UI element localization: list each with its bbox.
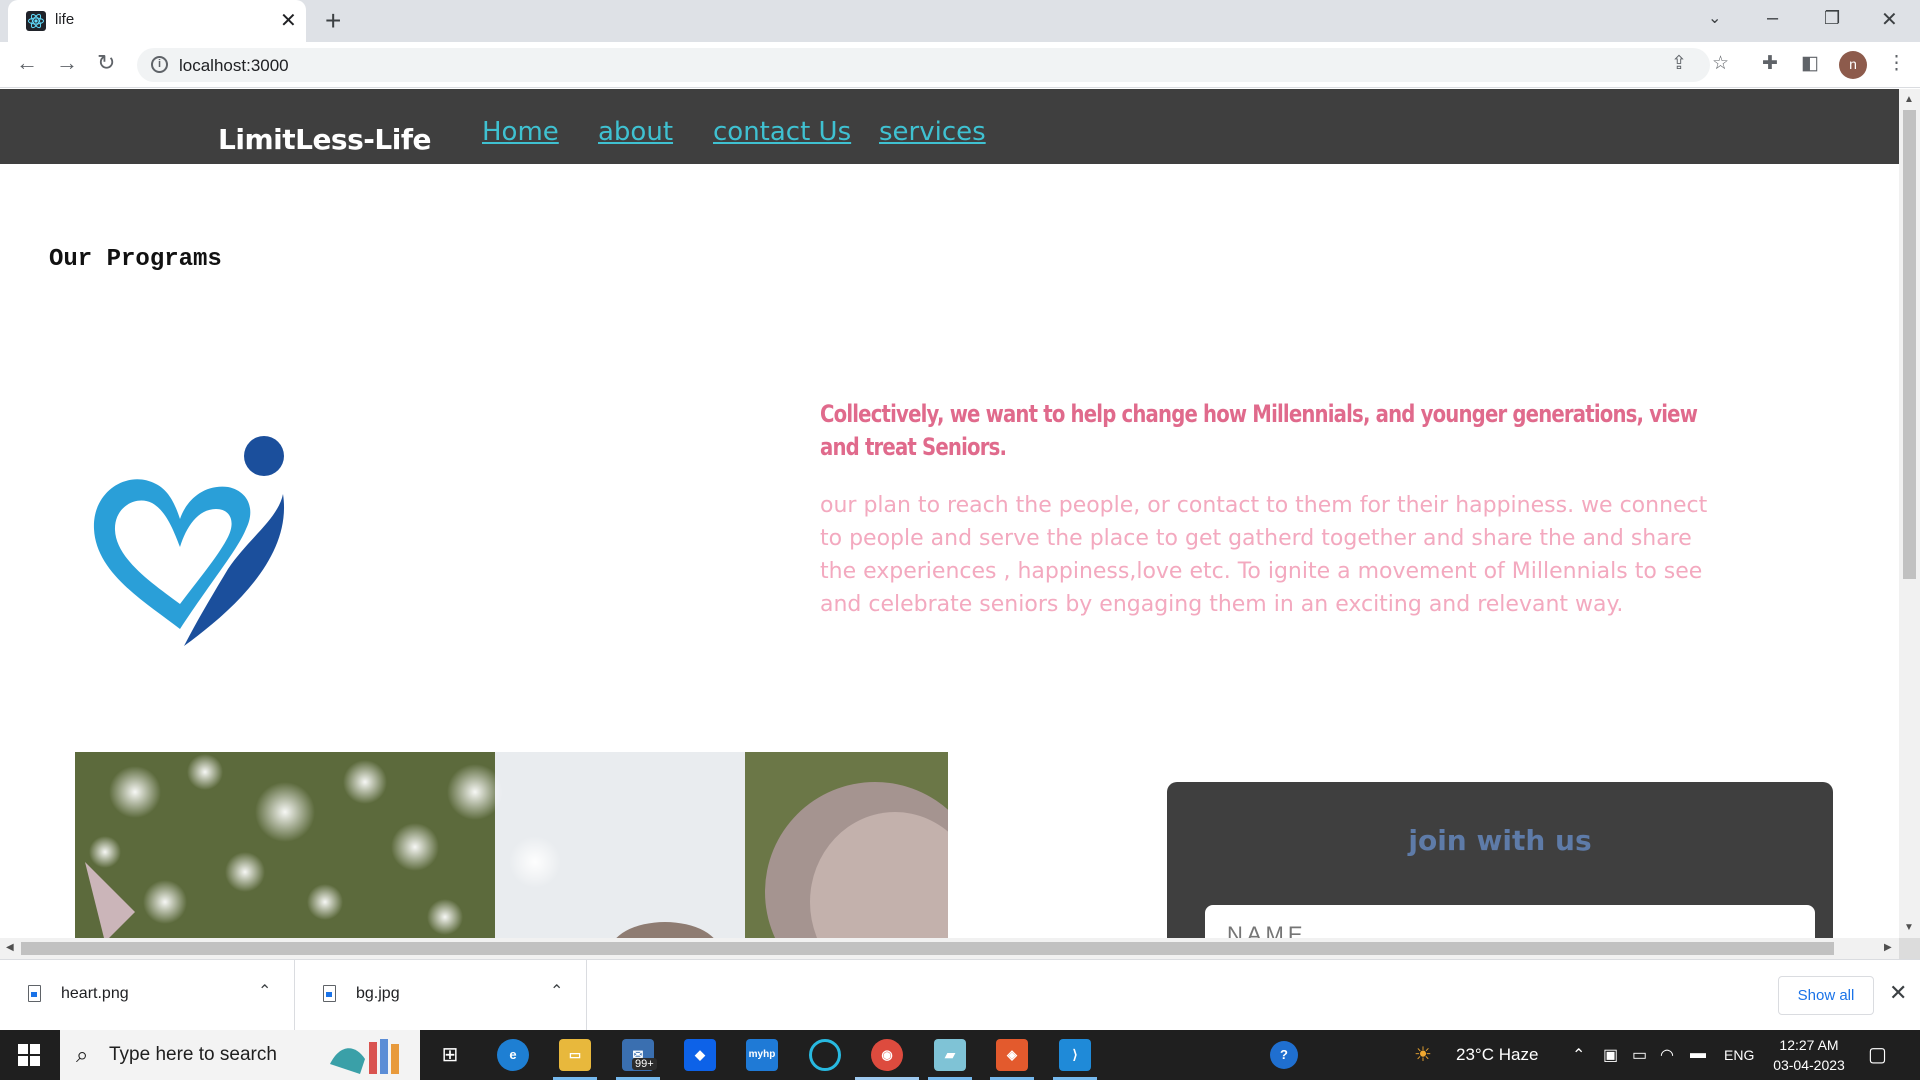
tab-strip: life ✕ + ⌄ – ❐ ✕: [0, 0, 1920, 42]
tab-search-chevron-icon[interactable]: ⌄: [1708, 8, 1721, 28]
toolbar: ← → ↻ i localhost:3000 ⇪ ☆ ✚ ◧ n ⋮: [0, 42, 1920, 88]
close-downloads-icon[interactable]: ✕: [1889, 980, 1907, 1006]
cortana-icon[interactable]: [809, 1039, 841, 1071]
bookmark-star-icon[interactable]: ☆: [1712, 52, 1729, 75]
meet-icon[interactable]: ▣: [1603, 1045, 1618, 1065]
horizontal-scroll-thumb[interactable]: [21, 942, 1834, 955]
file-icon: [323, 985, 336, 1002]
wifi-icon[interactable]: ◠: [1660, 1045, 1674, 1065]
close-tab-icon[interactable]: ✕: [280, 8, 297, 33]
menu-kebab-icon[interactable]: ⋮: [1887, 52, 1906, 75]
site-brand[interactable]: LimitLess-Life: [218, 123, 432, 156]
side-panel-icon[interactable]: ◧: [1801, 52, 1819, 75]
section-title: Our Programs: [49, 246, 222, 273]
reload-icon[interactable]: ↻: [97, 50, 115, 76]
site-info-icon[interactable]: i: [151, 56, 168, 73]
edge-icon[interactable]: e: [497, 1039, 529, 1071]
vertical-scroll-thumb[interactable]: [1903, 110, 1916, 579]
extensions-icon[interactable]: ✚: [1762, 52, 1778, 75]
clock[interactable]: 12:27 AM 03-04-2023: [1764, 1035, 1854, 1075]
scroll-down-icon[interactable]: ▼: [1904, 922, 1914, 933]
weather-text[interactable]: 23°C Haze: [1456, 1045, 1538, 1065]
scroll-left-icon[interactable]: ◀: [6, 942, 14, 953]
battery-icon[interactable]: ▬: [1690, 1045, 1706, 1063]
tray-chevron-icon[interactable]: ⌃: [1572, 1045, 1585, 1065]
file-explorer-icon[interactable]: ▭: [559, 1039, 591, 1071]
profile-avatar[interactable]: n: [1839, 51, 1867, 79]
download-item[interactable]: bg.jpg ⌃: [295, 960, 587, 1030]
windows-start-icon[interactable]: [18, 1044, 40, 1066]
downloads-bar: heart.png ⌃ bg.jpg ⌃ Show all ✕: [0, 959, 1920, 1030]
tab-title: life: [55, 11, 75, 28]
myhp-icon[interactable]: myhp: [746, 1039, 778, 1071]
join-title: join with us: [1408, 824, 1592, 857]
page-viewport: LimitLess-Life Home about contact Us ser…: [0, 89, 1899, 938]
taskbar-search-box[interactable]: ⌕ Type here to search: [60, 1030, 420, 1080]
windows-taskbar: ⌕ Type here to search ⊞ e ▭ ✉ 99+ ◆ myhp…: [0, 1030, 1920, 1080]
weather-sun-icon: ☀: [1414, 1044, 1432, 1066]
search-highlight-icon: [330, 1039, 399, 1074]
react-favicon-icon: [26, 11, 46, 31]
clock-date: 03-04-2023: [1773, 1057, 1845, 1073]
close-window-icon[interactable]: ✕: [1881, 7, 1898, 32]
url-text[interactable]: localhost:3000: [179, 56, 289, 76]
chevron-up-icon[interactable]: ⌃: [258, 981, 271, 1001]
mail-badge: 99+: [632, 1058, 657, 1070]
nav-link-contact[interactable]: contact Us: [713, 117, 851, 147]
download-item[interactable]: heart.png ⌃: [0, 960, 295, 1030]
chevron-up-icon[interactable]: ⌃: [550, 981, 563, 1001]
address-bar[interactable]: i localhost:3000: [137, 48, 1710, 82]
search-placeholder: Type here to search: [109, 1044, 277, 1065]
share-icon[interactable]: ⇪: [1671, 52, 1687, 75]
download-filename: bg.jpg: [356, 985, 400, 1002]
file-icon: [28, 985, 41, 1002]
search-icon: ⌕: [76, 1042, 89, 1067]
nav-link-services[interactable]: services: [879, 117, 986, 147]
display-icon[interactable]: ▭: [1632, 1045, 1647, 1065]
restore-icon[interactable]: ❐: [1824, 8, 1840, 29]
heart-logo: [88, 429, 298, 654]
nav-link-about[interactable]: about: [598, 117, 673, 147]
name-input[interactable]: [1205, 905, 1815, 938]
vscode-icon[interactable]: ⟩: [1059, 1039, 1091, 1071]
minimize-icon[interactable]: –: [1767, 7, 1778, 30]
horizontal-scrollbar[interactable]: ◀ ▶: [0, 938, 1899, 959]
chrome-icon[interactable]: ◉: [871, 1039, 903, 1071]
desktop-window: life ✕ + ⌄ – ❐ ✕ ← → ↻ i localhost:3000 …: [0, 0, 1920, 1080]
dropbox-icon[interactable]: ◆: [684, 1039, 716, 1071]
show-all-button[interactable]: Show all: [1778, 976, 1874, 1015]
git-icon[interactable]: ◈: [996, 1039, 1028, 1071]
vertical-scrollbar[interactable]: ▲ ▼: [1899, 89, 1920, 938]
mission-headline: Collectively, we want to help change how…: [820, 400, 1698, 461]
clock-time: 12:27 AM: [1779, 1037, 1839, 1053]
tab-life[interactable]: life ✕: [8, 0, 306, 42]
task-view-icon[interactable]: ⊞: [434, 1039, 466, 1071]
back-icon[interactable]: ←: [16, 50, 38, 76]
notification-icon[interactable]: ▢: [1868, 1042, 1887, 1067]
scrollbar-corner: [1899, 938, 1920, 959]
site-navbar: LimitLess-Life Home about contact Us ser…: [0, 89, 1899, 164]
forward-icon[interactable]: →: [56, 50, 78, 76]
download-filename: heart.png: [61, 985, 129, 1002]
notes-icon[interactable]: ▰: [934, 1039, 966, 1071]
help-icon[interactable]: ?: [1270, 1041, 1298, 1069]
scroll-up-icon[interactable]: ▲: [1904, 94, 1914, 105]
seniors-photo: [75, 752, 948, 938]
language-indicator[interactable]: ENG: [1724, 1047, 1754, 1063]
mission-description: our plan to reach the people, or contact…: [820, 493, 1708, 617]
scroll-right-icon[interactable]: ▶: [1884, 942, 1892, 953]
join-form-card: join with us: [1167, 782, 1833, 938]
nav-link-home[interactable]: Home: [482, 117, 559, 147]
new-tab-icon[interactable]: +: [325, 5, 341, 37]
